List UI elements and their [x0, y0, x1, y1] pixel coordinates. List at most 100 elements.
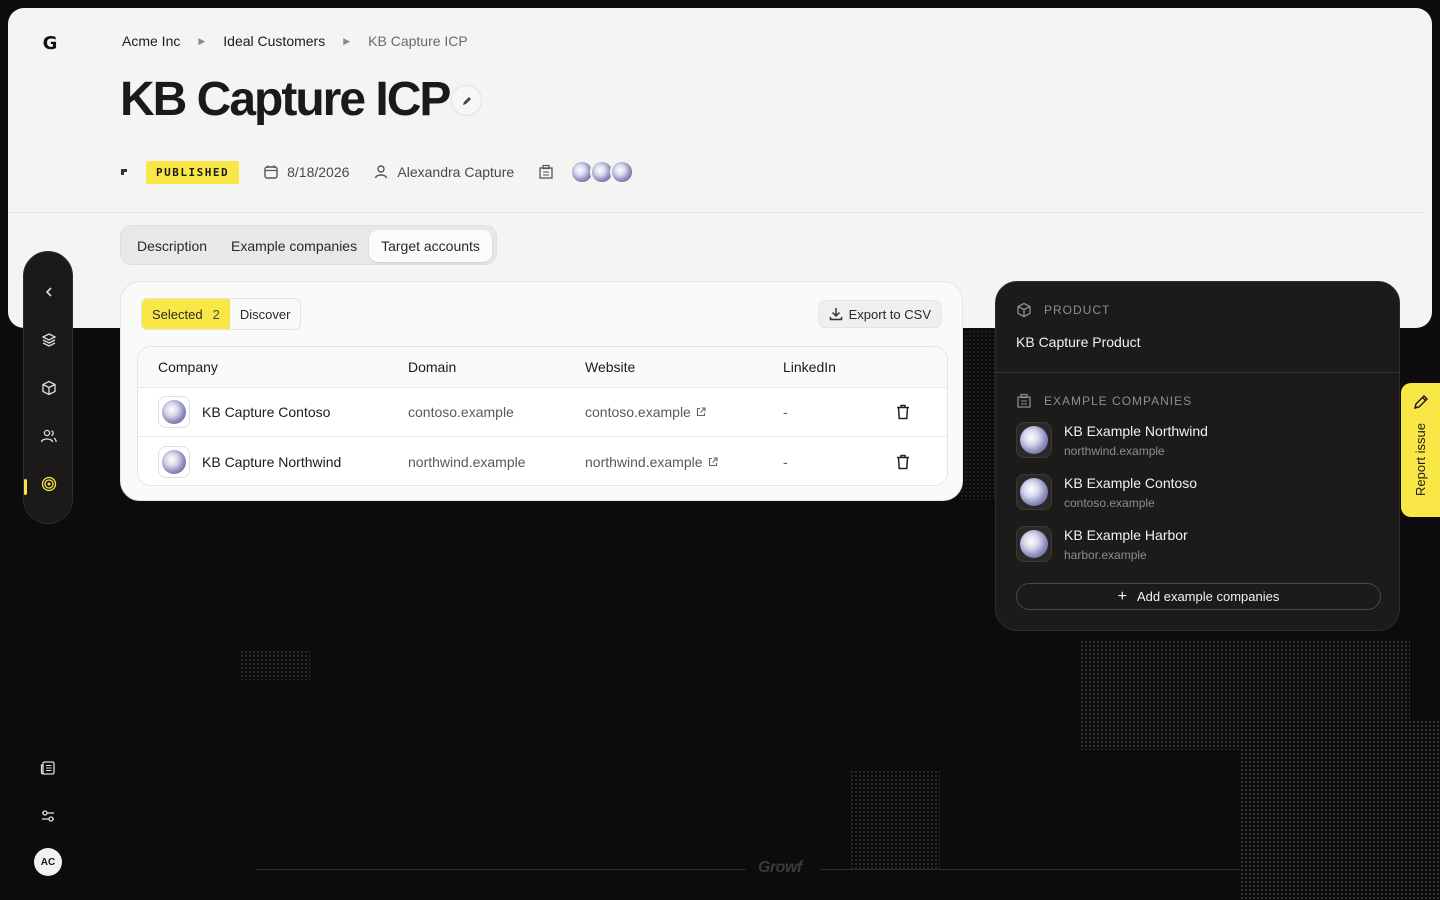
footer-line-left: [256, 869, 746, 870]
product-heading-text: PRODUCT: [1044, 303, 1111, 317]
company-name: KB Capture Northwind: [202, 453, 342, 470]
report-issue-label: Report issue: [1413, 423, 1428, 496]
tab-description[interactable]: Description: [125, 230, 219, 262]
owner-name: Alexandra Capture: [397, 164, 515, 180]
website-text: northwind.example: [585, 453, 703, 470]
breadcrumb: Acme Inc ▶ Ideal Customers ▶ KB Capture …: [122, 33, 468, 49]
user-avatar[interactable]: AC: [34, 848, 62, 876]
product-heading: PRODUCT: [1016, 302, 1110, 318]
date-value: 8/18/2026: [287, 164, 350, 180]
examples-heading: EXAMPLE COMPANIES: [1016, 393, 1192, 409]
example-company-item[interactable]: KB Example Contoso contoso.example: [1016, 474, 1197, 510]
table-row[interactable]: KB Capture Contoso contoso.example conto…: [138, 388, 947, 437]
example-company-name: KB Example Northwind: [1064, 423, 1208, 439]
bg-dots: [850, 770, 940, 870]
domain-cell: northwind.example: [408, 453, 526, 470]
delete-row-button[interactable]: [883, 404, 923, 420]
col-company: Company: [158, 359, 218, 375]
edit-title-button[interactable]: [451, 85, 482, 116]
company-avatar: [610, 160, 635, 184]
website-link[interactable]: northwind.example: [585, 454, 783, 470]
domain-cell: contoso.example: [408, 404, 514, 420]
add-example-companies-button[interactable]: + Add example companies: [1016, 583, 1381, 610]
company-logo: [1016, 526, 1052, 562]
footer-line-right: [820, 869, 1240, 870]
example-company-name: KB Example Harbor: [1064, 527, 1188, 543]
cube-icon: [42, 380, 56, 396]
company-logo: [1016, 474, 1052, 510]
user-icon: [375, 165, 388, 179]
active-indicator: [24, 479, 27, 495]
example-company-domain: harbor.example: [1064, 548, 1147, 562]
bg-dots: [240, 650, 310, 680]
panel-divider: [996, 372, 1399, 373]
company-logo: [158, 396, 190, 428]
segment-selected-label: Selected: [152, 306, 203, 322]
example-company-domain: contoso.example: [1064, 496, 1155, 510]
rail-item-layers[interactable]: [37, 328, 61, 352]
status-flag-icon: [120, 167, 130, 177]
report-issue-button[interactable]: Report issue: [1401, 383, 1440, 517]
tab-target-accounts[interactable]: Target accounts: [369, 230, 492, 262]
globe-icon: [1020, 426, 1048, 454]
tab-example-companies[interactable]: Example companies: [219, 230, 369, 262]
product-name[interactable]: KB Capture Product: [1016, 334, 1141, 350]
linkedin-cell: -: [783, 404, 788, 420]
company-cell: KB Capture Contoso: [138, 396, 408, 428]
sliders-icon: [42, 810, 54, 822]
segment-selected[interactable]: Selected 2: [142, 299, 230, 329]
trash-icon: [897, 404, 909, 420]
rail-item-icp[interactable]: [37, 472, 61, 496]
company-logo: [158, 445, 190, 478]
selected-count: 2: [212, 306, 220, 322]
table-row[interactable]: KB Capture Northwind northwind.example n…: [138, 437, 947, 485]
example-company-domain: northwind.example: [1064, 444, 1165, 458]
settings-button[interactable]: [36, 804, 60, 828]
breadcrumb-item-org[interactable]: Acme Inc: [122, 33, 180, 49]
accounts-segment: Selected 2 Discover: [141, 298, 302, 330]
external-link-icon: [708, 456, 718, 466]
example-company-avatars[interactable]: [570, 160, 635, 184]
bg-dots: [1080, 640, 1410, 750]
globe-icon: [162, 400, 186, 424]
chevron-right-icon: ▶: [343, 35, 351, 46]
owner-meta: Alexandra Capture: [373, 164, 514, 180]
accounts-table: Company Domain Website LinkedIn KB Captu…: [137, 346, 948, 486]
collapse-button[interactable]: [37, 280, 61, 304]
news-icon: [40, 761, 55, 775]
calendar-icon: [264, 165, 278, 179]
left-rail: [23, 251, 73, 524]
rail-item-products[interactable]: [37, 376, 61, 400]
rail-item-users[interactable]: [37, 424, 61, 448]
example-company-item[interactable]: KB Example Harbor harbor.example: [1016, 526, 1188, 562]
app-logo[interactable]: G: [40, 33, 60, 54]
chevron-left-icon: [45, 287, 52, 297]
docs-button[interactable]: [36, 756, 60, 780]
export-csv-button[interactable]: Export to CSV: [817, 300, 942, 328]
header-divider: [8, 212, 1424, 213]
breadcrumb-item-current: KB Capture ICP: [368, 33, 468, 49]
bg-dots: [960, 330, 1000, 500]
bg-dots: [1240, 720, 1440, 900]
delete-row-button[interactable]: [883, 454, 923, 470]
add-label: Add example companies: [1136, 589, 1280, 604]
globe-icon: [1020, 530, 1048, 558]
company-cell: KB Capture Northwind: [138, 445, 408, 478]
segment-discover[interactable]: Discover: [230, 299, 301, 329]
breadcrumb-item-ideal-customers[interactable]: Ideal Customers: [223, 33, 325, 49]
company-logo: [1016, 422, 1052, 458]
website-link[interactable]: contoso.example: [585, 404, 783, 420]
icp-side-panel: PRODUCT KB Capture Product EXAMPLE COMPA…: [995, 281, 1400, 631]
external-link-icon: [696, 407, 706, 417]
chevron-right-icon: ▶: [198, 35, 206, 46]
target-accounts-card: Selected 2 Discover Export to CSV Compan…: [120, 281, 963, 501]
example-company-item[interactable]: KB Example Northwind northwind.example: [1016, 422, 1208, 458]
col-domain: Domain: [408, 359, 457, 375]
target-icon: [41, 476, 57, 492]
pencil-icon: [462, 96, 471, 105]
company-name: KB Capture Contoso: [202, 404, 331, 420]
trash-icon: [897, 454, 909, 469]
layers-icon: [41, 333, 57, 347]
export-label: Export to CSV: [848, 306, 931, 322]
users-icon: [40, 429, 57, 443]
